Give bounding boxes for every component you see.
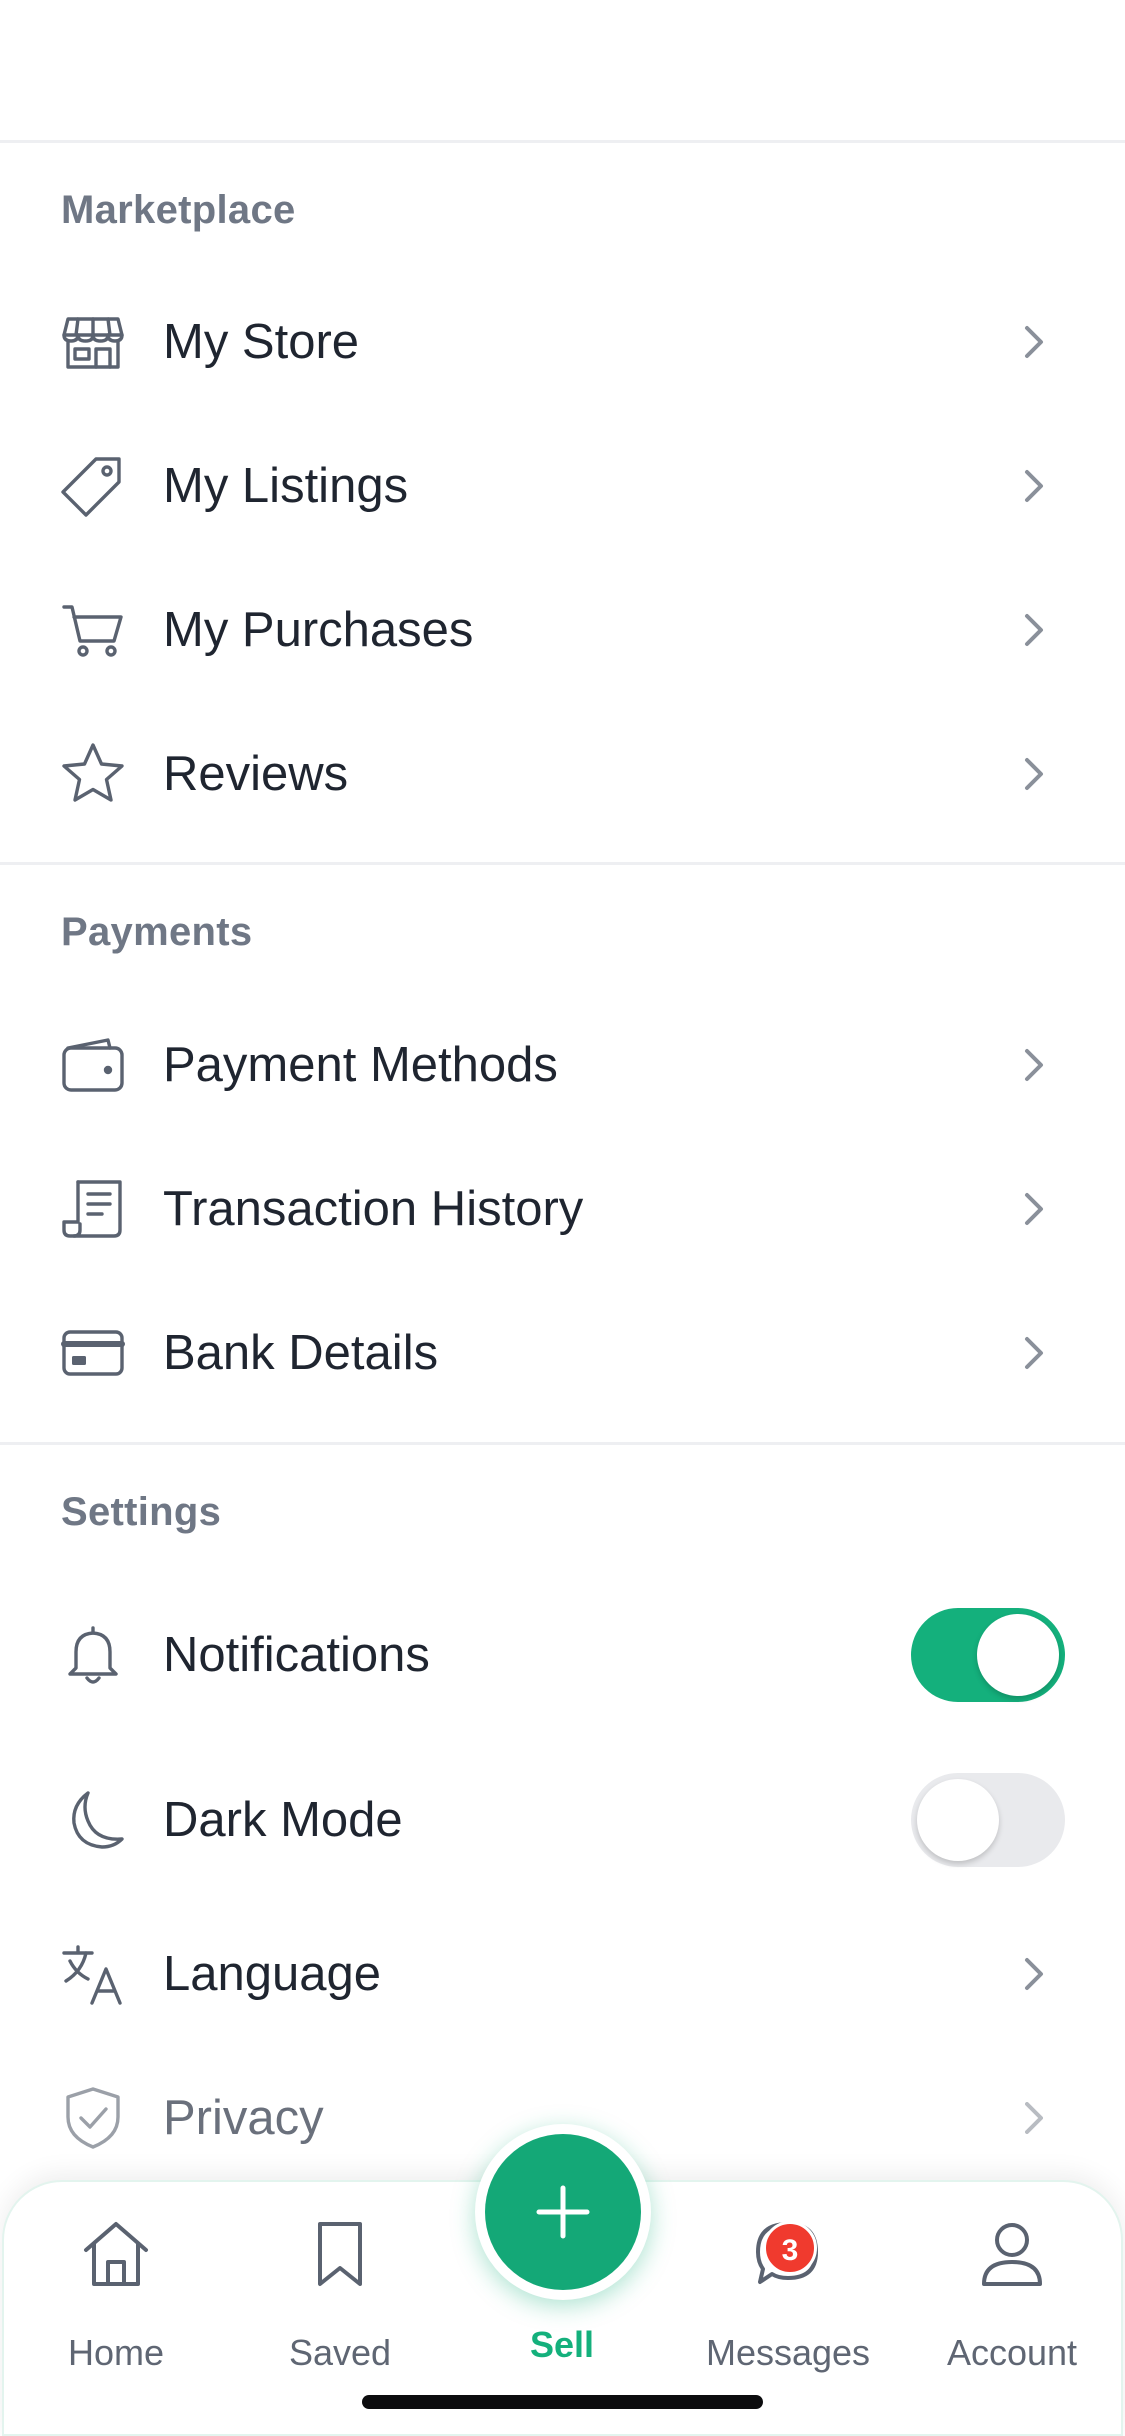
bell-icon (58, 1620, 128, 1690)
toggle-knob (917, 1779, 999, 1861)
menu-row-label: Payment Methods (163, 1038, 558, 1092)
chevron-right-icon (1010, 1951, 1056, 1997)
chevron-right-icon (1010, 1186, 1056, 1232)
menu-row-label: Privacy (163, 2091, 324, 2145)
section-header-payments: Payments (61, 910, 253, 954)
menu-row-label: My Purchases (163, 603, 474, 657)
moon-icon (58, 1785, 128, 1855)
menu-row-my-purchases[interactable]: My Purchases (0, 558, 1125, 702)
menu-row-label: Bank Details (163, 1326, 439, 1380)
sell-button[interactable] (485, 2134, 641, 2290)
toggle-knob (977, 1614, 1059, 1696)
tab-label: Account (946, 2332, 1078, 2373)
menu-row-reviews[interactable]: Reviews (0, 702, 1125, 846)
cart-icon (58, 595, 128, 665)
section-header-settings: Settings (61, 1490, 222, 1534)
sell-fab[interactable] (475, 2124, 651, 2300)
tab-label: Saved (288, 2332, 392, 2373)
tab-label: Messages (705, 2332, 871, 2373)
account-screen: Marketplace My Store My Listings My Purc… (0, 0, 1125, 2436)
menu-row-bank-details[interactable]: Bank Details (0, 1281, 1125, 1425)
menu-row-label: Reviews (163, 747, 349, 801)
store-icon (58, 307, 128, 377)
menu-row-my-store[interactable]: My Store (0, 270, 1125, 414)
tab-account[interactable]: Account (912, 2182, 1112, 2436)
plus-icon (536, 2185, 590, 2239)
tab-sell-label[interactable]: Sell (462, 2324, 662, 2366)
section-divider (0, 862, 1125, 865)
menu-row-label: Language (163, 1947, 382, 2001)
tab-label: Home (67, 2332, 165, 2373)
menu-row-notifications: Notifications (0, 1583, 1125, 1727)
user-icon (972, 2214, 1052, 2294)
notifications-toggle[interactable] (911, 1608, 1065, 1702)
menu-row-label: My Listings (163, 459, 409, 513)
menu-row-my-listings[interactable]: My Listings (0, 414, 1125, 558)
shield-check-icon (58, 2083, 128, 2153)
chevron-right-icon (1010, 319, 1056, 365)
menu-row-label: Transaction History (163, 1182, 584, 1236)
chevron-right-icon (1010, 751, 1056, 797)
messages-badge: 3 (763, 2221, 817, 2275)
home-indicator (362, 2395, 763, 2409)
tab-home[interactable]: Home (16, 2182, 216, 2436)
wallet-icon (58, 1030, 128, 1100)
section-header-marketplace: Marketplace (61, 188, 296, 232)
chevron-right-icon (1010, 2095, 1056, 2141)
menu-row-transaction-history[interactable]: Transaction History (0, 1137, 1125, 1281)
tag-icon (58, 451, 128, 521)
menu-row-label: Dark Mode (163, 1793, 403, 1847)
star-icon (58, 739, 128, 809)
menu-row-payment-methods[interactable]: Payment Methods (0, 993, 1125, 1137)
chevron-right-icon (1010, 1330, 1056, 1376)
card-icon (58, 1318, 128, 1388)
menu-row-language[interactable]: Language (0, 1902, 1125, 2046)
top-bar (0, 0, 1125, 143)
translate-icon (58, 1939, 128, 2009)
menu-row-dark-mode: Dark Mode (0, 1748, 1125, 1892)
receipt-icon (58, 1174, 128, 1244)
menu-row-label: Notifications (163, 1628, 430, 1682)
chevron-right-icon (1010, 1042, 1056, 1088)
menu-row-label: My Store (163, 315, 360, 369)
section-divider (0, 1442, 1125, 1445)
chevron-right-icon (1010, 607, 1056, 653)
home-icon (76, 2214, 156, 2294)
dark-mode-toggle[interactable] (911, 1773, 1065, 1867)
chevron-right-icon (1010, 463, 1056, 509)
bookmark-icon (300, 2214, 380, 2294)
